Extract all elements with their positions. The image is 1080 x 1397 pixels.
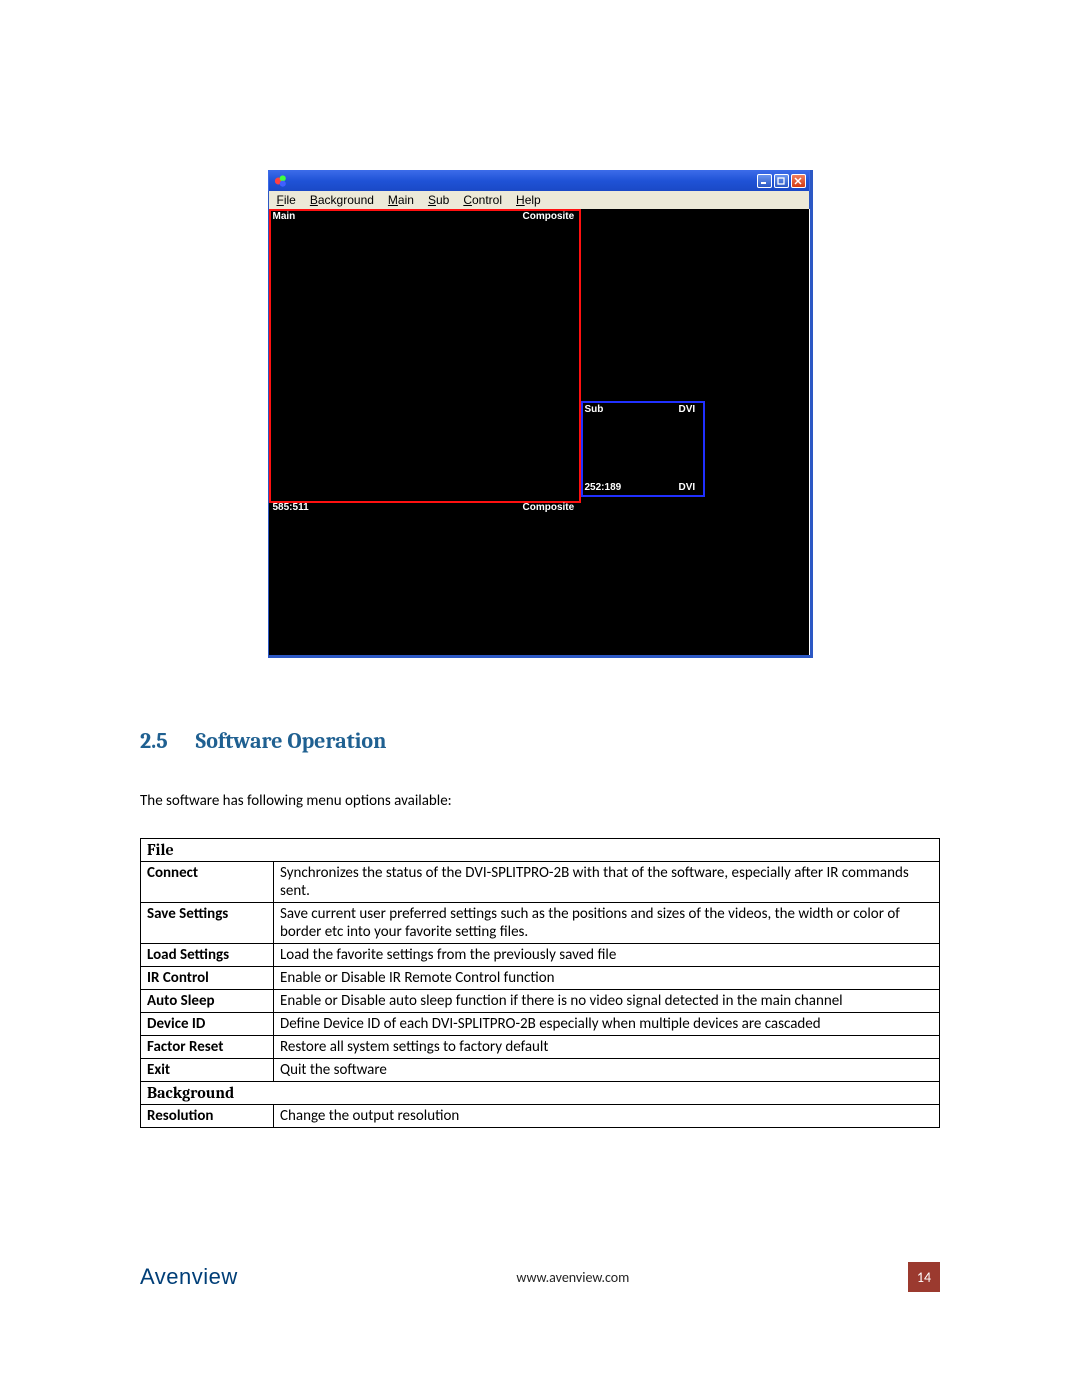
- sub-top-right-label: DVI: [679, 404, 696, 415]
- menu-item-desc: Synchronizes the status of the DVI-SPLIT…: [274, 862, 940, 903]
- table-row: Factor ResetRestore all system settings …: [141, 1036, 940, 1059]
- app-icon: [274, 174, 288, 188]
- page-footer: Avenview www.avenview.com 14: [140, 1262, 940, 1292]
- video-canvas: Main Composite 585:511 Composite Sub DVI…: [268, 209, 809, 655]
- menu-item-name: Connect: [141, 862, 274, 903]
- section-heading: 2.5 Software Operation: [140, 728, 940, 754]
- menu-item-name: Load Settings: [141, 944, 274, 967]
- section-title: Software Operation: [196, 728, 387, 754]
- menu-item-desc: Enable or Disable auto sleep function if…: [274, 990, 940, 1013]
- page-number: 14: [908, 1262, 940, 1292]
- menu-item-name: Exit: [141, 1059, 274, 1082]
- menu-item-desc: Enable or Disable IR Remote Control func…: [274, 967, 940, 990]
- menu-item-desc: Restore all system settings to factory d…: [274, 1036, 940, 1059]
- menubar: File Background Main Sub Control Help: [268, 191, 810, 209]
- main-bottom-left-label: 585:511: [273, 502, 309, 513]
- sub-bottom-left-label: 252:189: [585, 482, 622, 493]
- menu-item-desc: Define Device ID of each DVI-SPLITPRO-2B…: [274, 1013, 940, 1036]
- menu-group-file: File: [141, 839, 940, 862]
- menu-item-background[interactable]: Background: [310, 193, 374, 207]
- menu-item-desc: Change the output resolution: [274, 1105, 940, 1128]
- menu-group-background: Background: [141, 1082, 940, 1105]
- menu-item-name: Resolution: [141, 1105, 274, 1128]
- app-window: File Background Main Sub Control Help Main Co…: [268, 170, 813, 658]
- menu-item-sub[interactable]: Sub: [428, 193, 449, 207]
- sub-bottom-right-label: DVI: [679, 482, 696, 493]
- menu-item-help[interactable]: Help: [516, 193, 541, 207]
- close-button[interactable]: [791, 174, 806, 188]
- titlebar: [268, 170, 810, 191]
- menu-item-desc: Load the favorite settings from the prev…: [274, 944, 940, 967]
- main-region[interactable]: [269, 209, 581, 503]
- intro-text: The software has following menu options …: [140, 792, 940, 810]
- table-row: Load SettingsLoad the favorite settings …: [141, 944, 940, 967]
- main-bottom-right-label: Composite: [523, 502, 575, 513]
- menu-item-name: Auto Sleep: [141, 990, 274, 1013]
- menu-item-name: Factor Reset: [141, 1036, 274, 1059]
- section-number: 2.5: [140, 728, 168, 754]
- table-row: ResolutionChange the output resolution: [141, 1105, 940, 1128]
- table-row: Device IDDefine Device ID of each DVI-SP…: [141, 1013, 940, 1036]
- menu-item-desc: Save current user preferred settings suc…: [274, 903, 940, 944]
- maximize-button[interactable]: [774, 174, 789, 188]
- footer-url: www.avenview.com: [238, 1269, 908, 1286]
- table-row: ExitQuit the software: [141, 1059, 940, 1082]
- sub-top-left-label: Sub: [585, 404, 604, 415]
- menu-item-name: Device ID: [141, 1013, 274, 1036]
- menu-item-main[interactable]: Main: [388, 193, 414, 207]
- table-row: Save SettingsSave current user preferred…: [141, 903, 940, 944]
- main-top-left-label: Main: [273, 211, 296, 222]
- table-row: Auto SleepEnable or Disable auto sleep f…: [141, 990, 940, 1013]
- main-top-right-label: Composite: [523, 211, 575, 222]
- brand-logo: Avenview: [140, 1264, 238, 1290]
- minimize-button[interactable]: [757, 174, 772, 188]
- menu-item-control[interactable]: Control: [463, 193, 502, 207]
- menu-item-file[interactable]: File: [277, 193, 296, 207]
- menu-item-name: Save Settings: [141, 903, 274, 944]
- table-row: IR ControlEnable or Disable IR Remote Co…: [141, 967, 940, 990]
- menu-options-table: FileConnectSynchronizes the status of th…: [140, 838, 940, 1128]
- menu-item-name: IR Control: [141, 967, 274, 990]
- table-row: ConnectSynchronizes the status of the DV…: [141, 862, 940, 903]
- menu-item-desc: Quit the software: [274, 1059, 940, 1082]
